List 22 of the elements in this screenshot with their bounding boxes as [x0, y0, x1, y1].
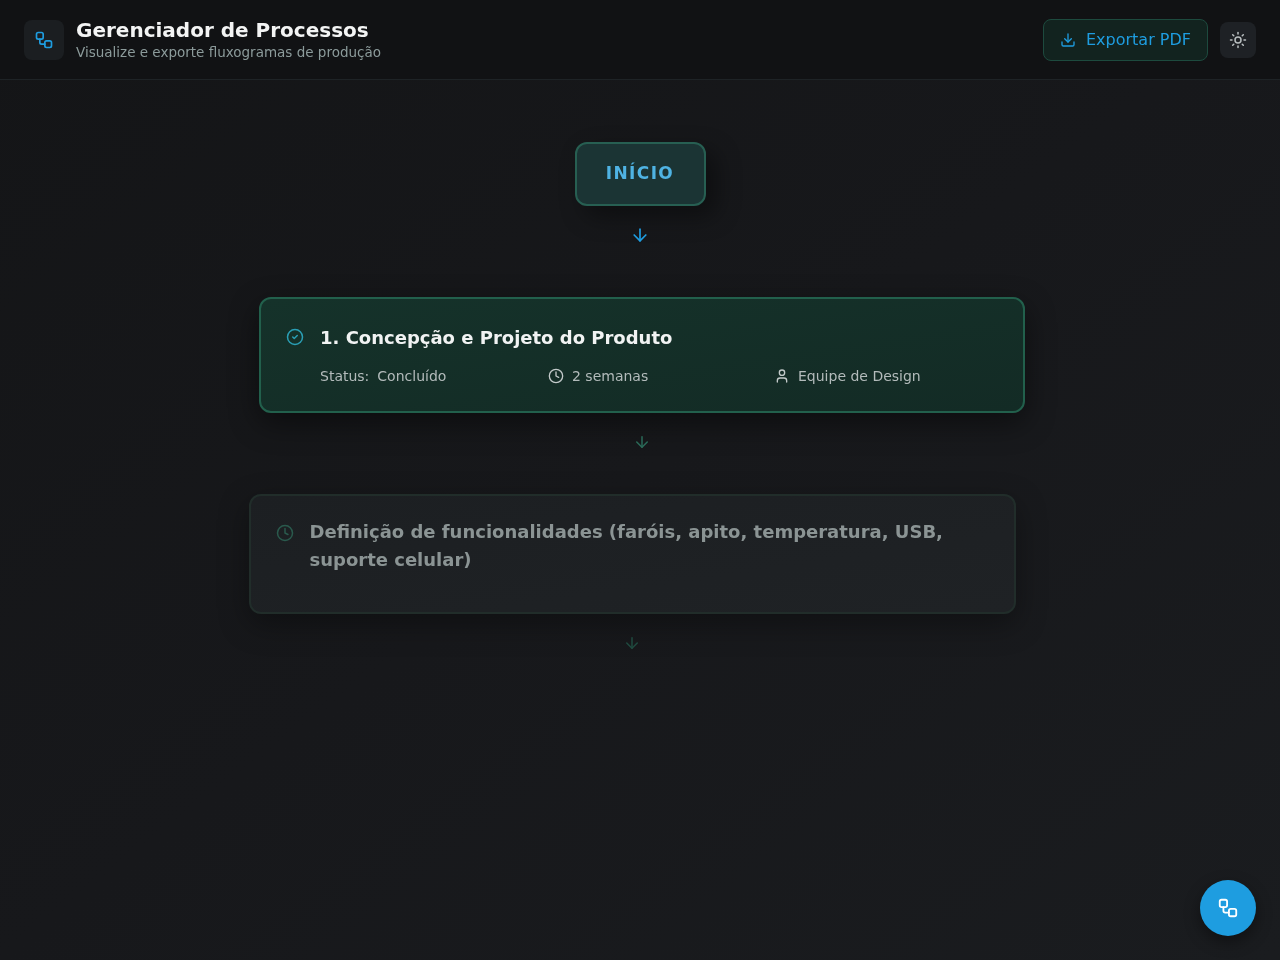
- step-title: Definição de funcionalidades (faróis, apito, temperatura, USB, suporte celular): [309, 520, 944, 572]
- check-circle-icon: [286, 328, 304, 346]
- start-node: INÍCIO: [574, 142, 706, 206]
- export-pdf-button[interactable]: Exportar PDF: [1043, 18, 1208, 61]
- status-label: Status:: [320, 367, 370, 386]
- sun-icon: [1229, 30, 1247, 49]
- down-arrow-icon: [633, 433, 651, 451]
- team-text: Equipe de Design: [798, 367, 921, 386]
- clock-icon: [548, 368, 564, 384]
- logo-tile-icon: [24, 19, 64, 60]
- duration-text: 2 semanas: [572, 367, 649, 386]
- app-title: Gerenciador de Processos: [76, 17, 370, 42]
- clock-icon: [275, 524, 294, 542]
- status-value: Concluído: [377, 367, 447, 386]
- download-icon: [1060, 31, 1076, 48]
- down-arrow-icon: [623, 634, 641, 652]
- theme-toggle-button[interactable]: [1220, 21, 1256, 58]
- flowchart-icon: [1217, 897, 1239, 919]
- person-icon: [774, 368, 790, 384]
- app-subtitle: Visualize e exporte fluxogramas de produção: [76, 42, 382, 62]
- floating-action-button[interactable]: [1200, 880, 1256, 936]
- step-title: 1. Concepção e Projeto do Produto: [320, 326, 673, 350]
